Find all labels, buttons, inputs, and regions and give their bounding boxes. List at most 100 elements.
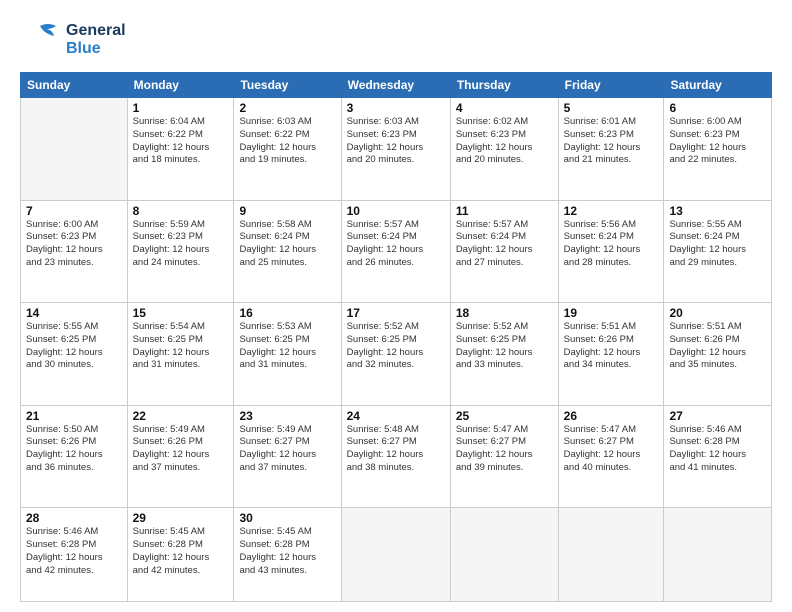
- day-info: Sunrise: 5:49 AM Sunset: 6:26 PM Dayligh…: [133, 424, 229, 475]
- logo-blue-text: Blue: [66, 40, 126, 58]
- day-number: 4: [456, 101, 553, 115]
- day-cell: 14Sunrise: 5:55 AM Sunset: 6:25 PM Dayli…: [21, 303, 128, 406]
- day-number: 20: [669, 306, 766, 320]
- day-info: Sunrise: 5:46 AM Sunset: 6:28 PM Dayligh…: [669, 424, 766, 475]
- day-cell: 8Sunrise: 5:59 AM Sunset: 6:23 PM Daylig…: [127, 200, 234, 303]
- day-number: 2: [239, 101, 335, 115]
- day-cell: [450, 508, 558, 602]
- weekday-header-wednesday: Wednesday: [341, 73, 450, 98]
- page: General Blue SundayMondayTuesdayWednesda…: [0, 0, 792, 612]
- day-number: 15: [133, 306, 229, 320]
- day-number: 9: [239, 204, 335, 218]
- day-cell: 4Sunrise: 6:02 AM Sunset: 6:23 PM Daylig…: [450, 98, 558, 201]
- day-cell: 5Sunrise: 6:01 AM Sunset: 6:23 PM Daylig…: [558, 98, 664, 201]
- day-info: Sunrise: 6:03 AM Sunset: 6:22 PM Dayligh…: [239, 116, 335, 167]
- day-number: 6: [669, 101, 766, 115]
- day-cell: 3Sunrise: 6:03 AM Sunset: 6:23 PM Daylig…: [341, 98, 450, 201]
- logo-text: General Blue: [66, 22, 126, 59]
- day-cell: 18Sunrise: 5:52 AM Sunset: 6:25 PM Dayli…: [450, 303, 558, 406]
- day-number: 14: [26, 306, 122, 320]
- day-cell: 1Sunrise: 6:04 AM Sunset: 6:22 PM Daylig…: [127, 98, 234, 201]
- day-info: Sunrise: 5:45 AM Sunset: 6:28 PM Dayligh…: [133, 526, 229, 577]
- day-cell: 6Sunrise: 6:00 AM Sunset: 6:23 PM Daylig…: [664, 98, 772, 201]
- day-number: 26: [564, 409, 659, 423]
- week-row-2: 7Sunrise: 6:00 AM Sunset: 6:23 PM Daylig…: [21, 200, 772, 303]
- day-cell: [558, 508, 664, 602]
- day-number: 3: [347, 101, 445, 115]
- day-number: 8: [133, 204, 229, 218]
- week-row-3: 14Sunrise: 5:55 AM Sunset: 6:25 PM Dayli…: [21, 303, 772, 406]
- day-number: 29: [133, 511, 229, 525]
- day-number: 28: [26, 511, 122, 525]
- day-cell: 12Sunrise: 5:56 AM Sunset: 6:24 PM Dayli…: [558, 200, 664, 303]
- day-number: 25: [456, 409, 553, 423]
- day-cell: 9Sunrise: 5:58 AM Sunset: 6:24 PM Daylig…: [234, 200, 341, 303]
- day-info: Sunrise: 5:54 AM Sunset: 6:25 PM Dayligh…: [133, 321, 229, 372]
- weekday-header-row: SundayMondayTuesdayWednesdayThursdayFrid…: [21, 73, 772, 98]
- week-row-4: 21Sunrise: 5:50 AM Sunset: 6:26 PM Dayli…: [21, 405, 772, 508]
- day-info: Sunrise: 5:56 AM Sunset: 6:24 PM Dayligh…: [564, 219, 659, 270]
- day-number: 12: [564, 204, 659, 218]
- day-info: Sunrise: 5:59 AM Sunset: 6:23 PM Dayligh…: [133, 219, 229, 270]
- day-info: Sunrise: 5:52 AM Sunset: 6:25 PM Dayligh…: [456, 321, 553, 372]
- day-info: Sunrise: 6:02 AM Sunset: 6:23 PM Dayligh…: [456, 116, 553, 167]
- day-number: 19: [564, 306, 659, 320]
- weekday-header-friday: Friday: [558, 73, 664, 98]
- day-info: Sunrise: 5:45 AM Sunset: 6:28 PM Dayligh…: [239, 526, 335, 577]
- day-cell: 20Sunrise: 5:51 AM Sunset: 6:26 PM Dayli…: [664, 303, 772, 406]
- day-info: Sunrise: 5:57 AM Sunset: 6:24 PM Dayligh…: [456, 219, 553, 270]
- day-cell: 27Sunrise: 5:46 AM Sunset: 6:28 PM Dayli…: [664, 405, 772, 508]
- header: General Blue: [20, 18, 772, 62]
- day-info: Sunrise: 5:58 AM Sunset: 6:24 PM Dayligh…: [239, 219, 335, 270]
- day-info: Sunrise: 5:51 AM Sunset: 6:26 PM Dayligh…: [669, 321, 766, 372]
- day-number: 13: [669, 204, 766, 218]
- day-info: Sunrise: 6:04 AM Sunset: 6:22 PM Dayligh…: [133, 116, 229, 167]
- logo: General Blue: [20, 18, 126, 62]
- day-info: Sunrise: 6:00 AM Sunset: 6:23 PM Dayligh…: [669, 116, 766, 167]
- day-cell: 19Sunrise: 5:51 AM Sunset: 6:26 PM Dayli…: [558, 303, 664, 406]
- day-number: 11: [456, 204, 553, 218]
- weekday-header-thursday: Thursday: [450, 73, 558, 98]
- day-info: Sunrise: 5:55 AM Sunset: 6:24 PM Dayligh…: [669, 219, 766, 270]
- day-cell: 17Sunrise: 5:52 AM Sunset: 6:25 PM Dayli…: [341, 303, 450, 406]
- logo-svg: [20, 18, 64, 62]
- day-info: Sunrise: 5:49 AM Sunset: 6:27 PM Dayligh…: [239, 424, 335, 475]
- day-cell: 11Sunrise: 5:57 AM Sunset: 6:24 PM Dayli…: [450, 200, 558, 303]
- weekday-header-saturday: Saturday: [664, 73, 772, 98]
- day-info: Sunrise: 5:46 AM Sunset: 6:28 PM Dayligh…: [26, 526, 122, 577]
- logo-general-text: General: [66, 22, 126, 40]
- day-cell: 29Sunrise: 5:45 AM Sunset: 6:28 PM Dayli…: [127, 508, 234, 602]
- day-cell: 13Sunrise: 5:55 AM Sunset: 6:24 PM Dayli…: [664, 200, 772, 303]
- day-cell: 28Sunrise: 5:46 AM Sunset: 6:28 PM Dayli…: [21, 508, 128, 602]
- day-cell: [21, 98, 128, 201]
- day-cell: [664, 508, 772, 602]
- day-info: Sunrise: 5:53 AM Sunset: 6:25 PM Dayligh…: [239, 321, 335, 372]
- day-cell: 22Sunrise: 5:49 AM Sunset: 6:26 PM Dayli…: [127, 405, 234, 508]
- day-cell: 26Sunrise: 5:47 AM Sunset: 6:27 PM Dayli…: [558, 405, 664, 508]
- day-number: 18: [456, 306, 553, 320]
- day-cell: [341, 508, 450, 602]
- day-number: 5: [564, 101, 659, 115]
- day-cell: 30Sunrise: 5:45 AM Sunset: 6:28 PM Dayli…: [234, 508, 341, 602]
- day-number: 23: [239, 409, 335, 423]
- day-cell: 7Sunrise: 6:00 AM Sunset: 6:23 PM Daylig…: [21, 200, 128, 303]
- day-info: Sunrise: 5:47 AM Sunset: 6:27 PM Dayligh…: [564, 424, 659, 475]
- day-number: 22: [133, 409, 229, 423]
- day-number: 30: [239, 511, 335, 525]
- day-info: Sunrise: 5:47 AM Sunset: 6:27 PM Dayligh…: [456, 424, 553, 475]
- day-info: Sunrise: 5:52 AM Sunset: 6:25 PM Dayligh…: [347, 321, 445, 372]
- weekday-header-sunday: Sunday: [21, 73, 128, 98]
- day-info: Sunrise: 5:57 AM Sunset: 6:24 PM Dayligh…: [347, 219, 445, 270]
- day-cell: 15Sunrise: 5:54 AM Sunset: 6:25 PM Dayli…: [127, 303, 234, 406]
- day-number: 27: [669, 409, 766, 423]
- day-info: Sunrise: 5:48 AM Sunset: 6:27 PM Dayligh…: [347, 424, 445, 475]
- day-info: Sunrise: 5:50 AM Sunset: 6:26 PM Dayligh…: [26, 424, 122, 475]
- day-number: 24: [347, 409, 445, 423]
- day-cell: 10Sunrise: 5:57 AM Sunset: 6:24 PM Dayli…: [341, 200, 450, 303]
- day-cell: 24Sunrise: 5:48 AM Sunset: 6:27 PM Dayli…: [341, 405, 450, 508]
- weekday-header-monday: Monday: [127, 73, 234, 98]
- calendar: SundayMondayTuesdayWednesdayThursdayFrid…: [20, 72, 772, 602]
- day-cell: 25Sunrise: 5:47 AM Sunset: 6:27 PM Dayli…: [450, 405, 558, 508]
- day-number: 21: [26, 409, 122, 423]
- weekday-header-tuesday: Tuesday: [234, 73, 341, 98]
